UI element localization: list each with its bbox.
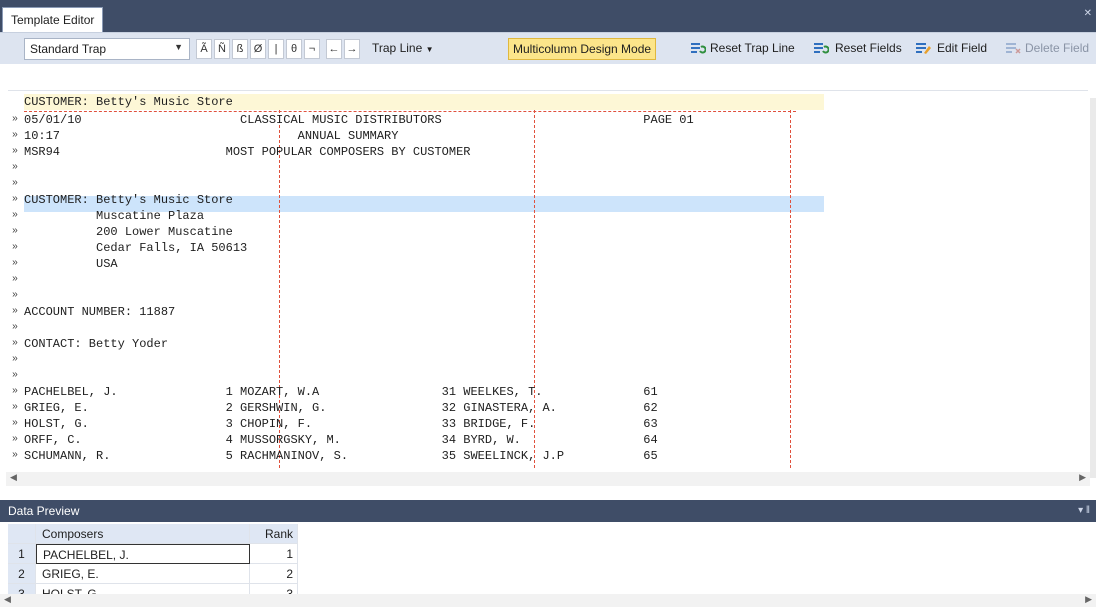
report-line: PACHELBEL, J. 1 MOZART, W.A 31 WEELKES, … bbox=[24, 385, 658, 399]
edit-field-button[interactable]: Edit Field bbox=[937, 41, 987, 55]
report-line: USA bbox=[24, 257, 118, 271]
line-marker-icon: » bbox=[12, 370, 19, 381]
row-number[interactable]: 2 bbox=[8, 564, 36, 584]
tab-template-editor[interactable]: Template Editor bbox=[2, 7, 104, 32]
line-marker-icon: » bbox=[12, 402, 19, 413]
reset-trap-line-icon bbox=[691, 43, 706, 54]
arrow-left-icon[interactable]: ← bbox=[326, 39, 342, 59]
cell-composer[interactable]: GRIEG, E. bbox=[36, 564, 250, 584]
scroll-left-icon[interactable]: ◀ bbox=[4, 594, 11, 605]
line-marker-icon: » bbox=[12, 226, 19, 237]
trap-line-label: Trap Line bbox=[372, 41, 423, 55]
reset-trap-line-button[interactable]: Reset Trap Line bbox=[710, 41, 795, 55]
report-line: Muscatine Plaza bbox=[24, 209, 205, 223]
report-line: 200 Lower Muscatine bbox=[24, 225, 233, 239]
row-number[interactable]: 1 bbox=[8, 544, 36, 564]
line-marker-icon: » bbox=[12, 418, 19, 429]
trap-type-value: Standard Trap bbox=[30, 42, 107, 56]
report-line: SCHUMANN, R. 5 RACHMANINOV, S. 35 SWEELI… bbox=[24, 449, 658, 463]
line-marker-icon: » bbox=[12, 130, 19, 141]
insert-char-pipe-button[interactable]: | bbox=[268, 39, 284, 59]
report-line: ACCOUNT NUMBER: 11887 bbox=[24, 305, 176, 319]
insert-char-n-tilde-button[interactable]: Ñ bbox=[214, 39, 230, 59]
line-marker-icon: » bbox=[12, 322, 19, 333]
line-marker-icon: » bbox=[12, 386, 19, 397]
insert-char-eszett-button[interactable]: ß bbox=[232, 39, 248, 59]
trap-input-row[interactable] bbox=[8, 64, 1088, 91]
chevron-down-icon: ▼ bbox=[174, 42, 183, 52]
trap-line-text: CUSTOMER: Betty's Music Store bbox=[24, 95, 233, 109]
trap-line-dropdown[interactable]: Trap Line ▼ bbox=[372, 41, 434, 55]
column-header-composers[interactable]: Composers bbox=[36, 524, 250, 544]
column-header-rank[interactable]: Rank bbox=[250, 524, 298, 544]
editor-vertical-scrollbar[interactable] bbox=[1090, 98, 1096, 478]
grid-corner bbox=[8, 524, 36, 544]
report-line: CUSTOMER: Betty's Music Store bbox=[24, 193, 233, 207]
scroll-left-icon[interactable]: ◀ bbox=[10, 472, 17, 483]
trap-type-select[interactable]: Standard Trap ▼ bbox=[24, 38, 190, 60]
report-line: 10:17 ANNUAL SUMMARY bbox=[24, 129, 399, 143]
close-icon[interactable]: ✕ bbox=[1084, 8, 1092, 19]
line-marker-icon: » bbox=[12, 434, 19, 445]
edit-field-icon bbox=[916, 43, 931, 54]
line-marker-icon: » bbox=[12, 114, 19, 125]
line-marker-icon: » bbox=[12, 194, 19, 205]
cell-rank[interactable]: 2 bbox=[250, 564, 298, 584]
report-line: Cedar Falls, IA 50613 bbox=[24, 241, 248, 255]
delete-field-button[interactable]: Delete Field bbox=[1025, 41, 1089, 55]
line-marker-icon: » bbox=[12, 258, 19, 269]
line-marker-icon: » bbox=[12, 306, 19, 317]
pane-menu-icon[interactable]: ▾ ‖ bbox=[1078, 500, 1090, 522]
multicolumn-design-mode-button[interactable]: Multicolumn Design Mode bbox=[508, 38, 657, 60]
preview-horizontal-scrollbar[interactable]: ◀ ▶ bbox=[0, 594, 1096, 607]
toolbar: Standard Trap ▼ Ã Ñ ß Ø | θ ¬ ← → Trap L… bbox=[0, 32, 1096, 64]
chevron-down-icon: ▼ bbox=[425, 45, 434, 54]
data-preview-header: Data Preview ▾ ‖ bbox=[0, 500, 1096, 522]
line-marker-icon: » bbox=[12, 354, 19, 365]
document-tab-strip: Template Editor ✕ bbox=[0, 0, 1096, 32]
line-marker-icon: » bbox=[12, 242, 19, 253]
arrow-right-icon[interactable]: → bbox=[344, 39, 360, 59]
reset-fields-icon bbox=[814, 43, 829, 54]
line-marker-icon: » bbox=[12, 178, 19, 189]
report-line: ORFF, C. 4 MUSSORGSKY, M. 34 BYRD, W. 64 bbox=[24, 433, 658, 447]
scroll-right-icon[interactable]: ▶ bbox=[1079, 472, 1086, 483]
cell-composer[interactable]: PACHELBEL, J. bbox=[36, 544, 250, 564]
report-line: 05/01/10 CLASSICAL MUSIC DISTRIBUTORS PA… bbox=[24, 113, 694, 127]
data-preview-title: Data Preview bbox=[8, 504, 80, 518]
cell-rank[interactable]: 1 bbox=[250, 544, 298, 564]
reset-fields-button[interactable]: Reset Fields bbox=[835, 41, 902, 55]
line-marker-icon: » bbox=[12, 338, 19, 349]
delete-field-icon bbox=[1006, 43, 1021, 54]
line-marker-icon: » bbox=[12, 290, 19, 301]
scroll-right-icon[interactable]: ▶ bbox=[1085, 594, 1092, 605]
report-line: MSR94 MOST POPULAR COMPOSERS BY CUSTOMER bbox=[24, 145, 471, 159]
report-line: CONTACT: Betty Yoder bbox=[24, 337, 169, 351]
line-marker-icon: » bbox=[12, 146, 19, 157]
insert-char-a-tilde-button[interactable]: Ã bbox=[196, 39, 212, 59]
line-marker-icon: » bbox=[12, 162, 19, 173]
editor-horizontal-scrollbar[interactable]: ◀ ▶ bbox=[6, 472, 1090, 486]
report-line: HOLST, G. 3 CHOPIN, F. 33 BRIDGE, F. 63 bbox=[24, 417, 658, 431]
line-marker-icon: » bbox=[12, 274, 19, 285]
report-editor[interactable]: CUSTOMER: Betty's Music Store » 05/01/10 … bbox=[6, 90, 1088, 470]
line-marker-icon: » bbox=[12, 210, 19, 221]
insert-char-theta-button[interactable]: θ bbox=[286, 39, 302, 59]
insert-char-not-button[interactable]: ¬ bbox=[304, 39, 320, 59]
insert-char-o-slash-button[interactable]: Ø bbox=[250, 39, 266, 59]
line-marker-icon: » bbox=[12, 450, 19, 461]
column-separator[interactable] bbox=[790, 110, 791, 470]
report-line: GRIEG, E. 2 GERSHWIN, G. 32 GINASTERA, A… bbox=[24, 401, 658, 415]
